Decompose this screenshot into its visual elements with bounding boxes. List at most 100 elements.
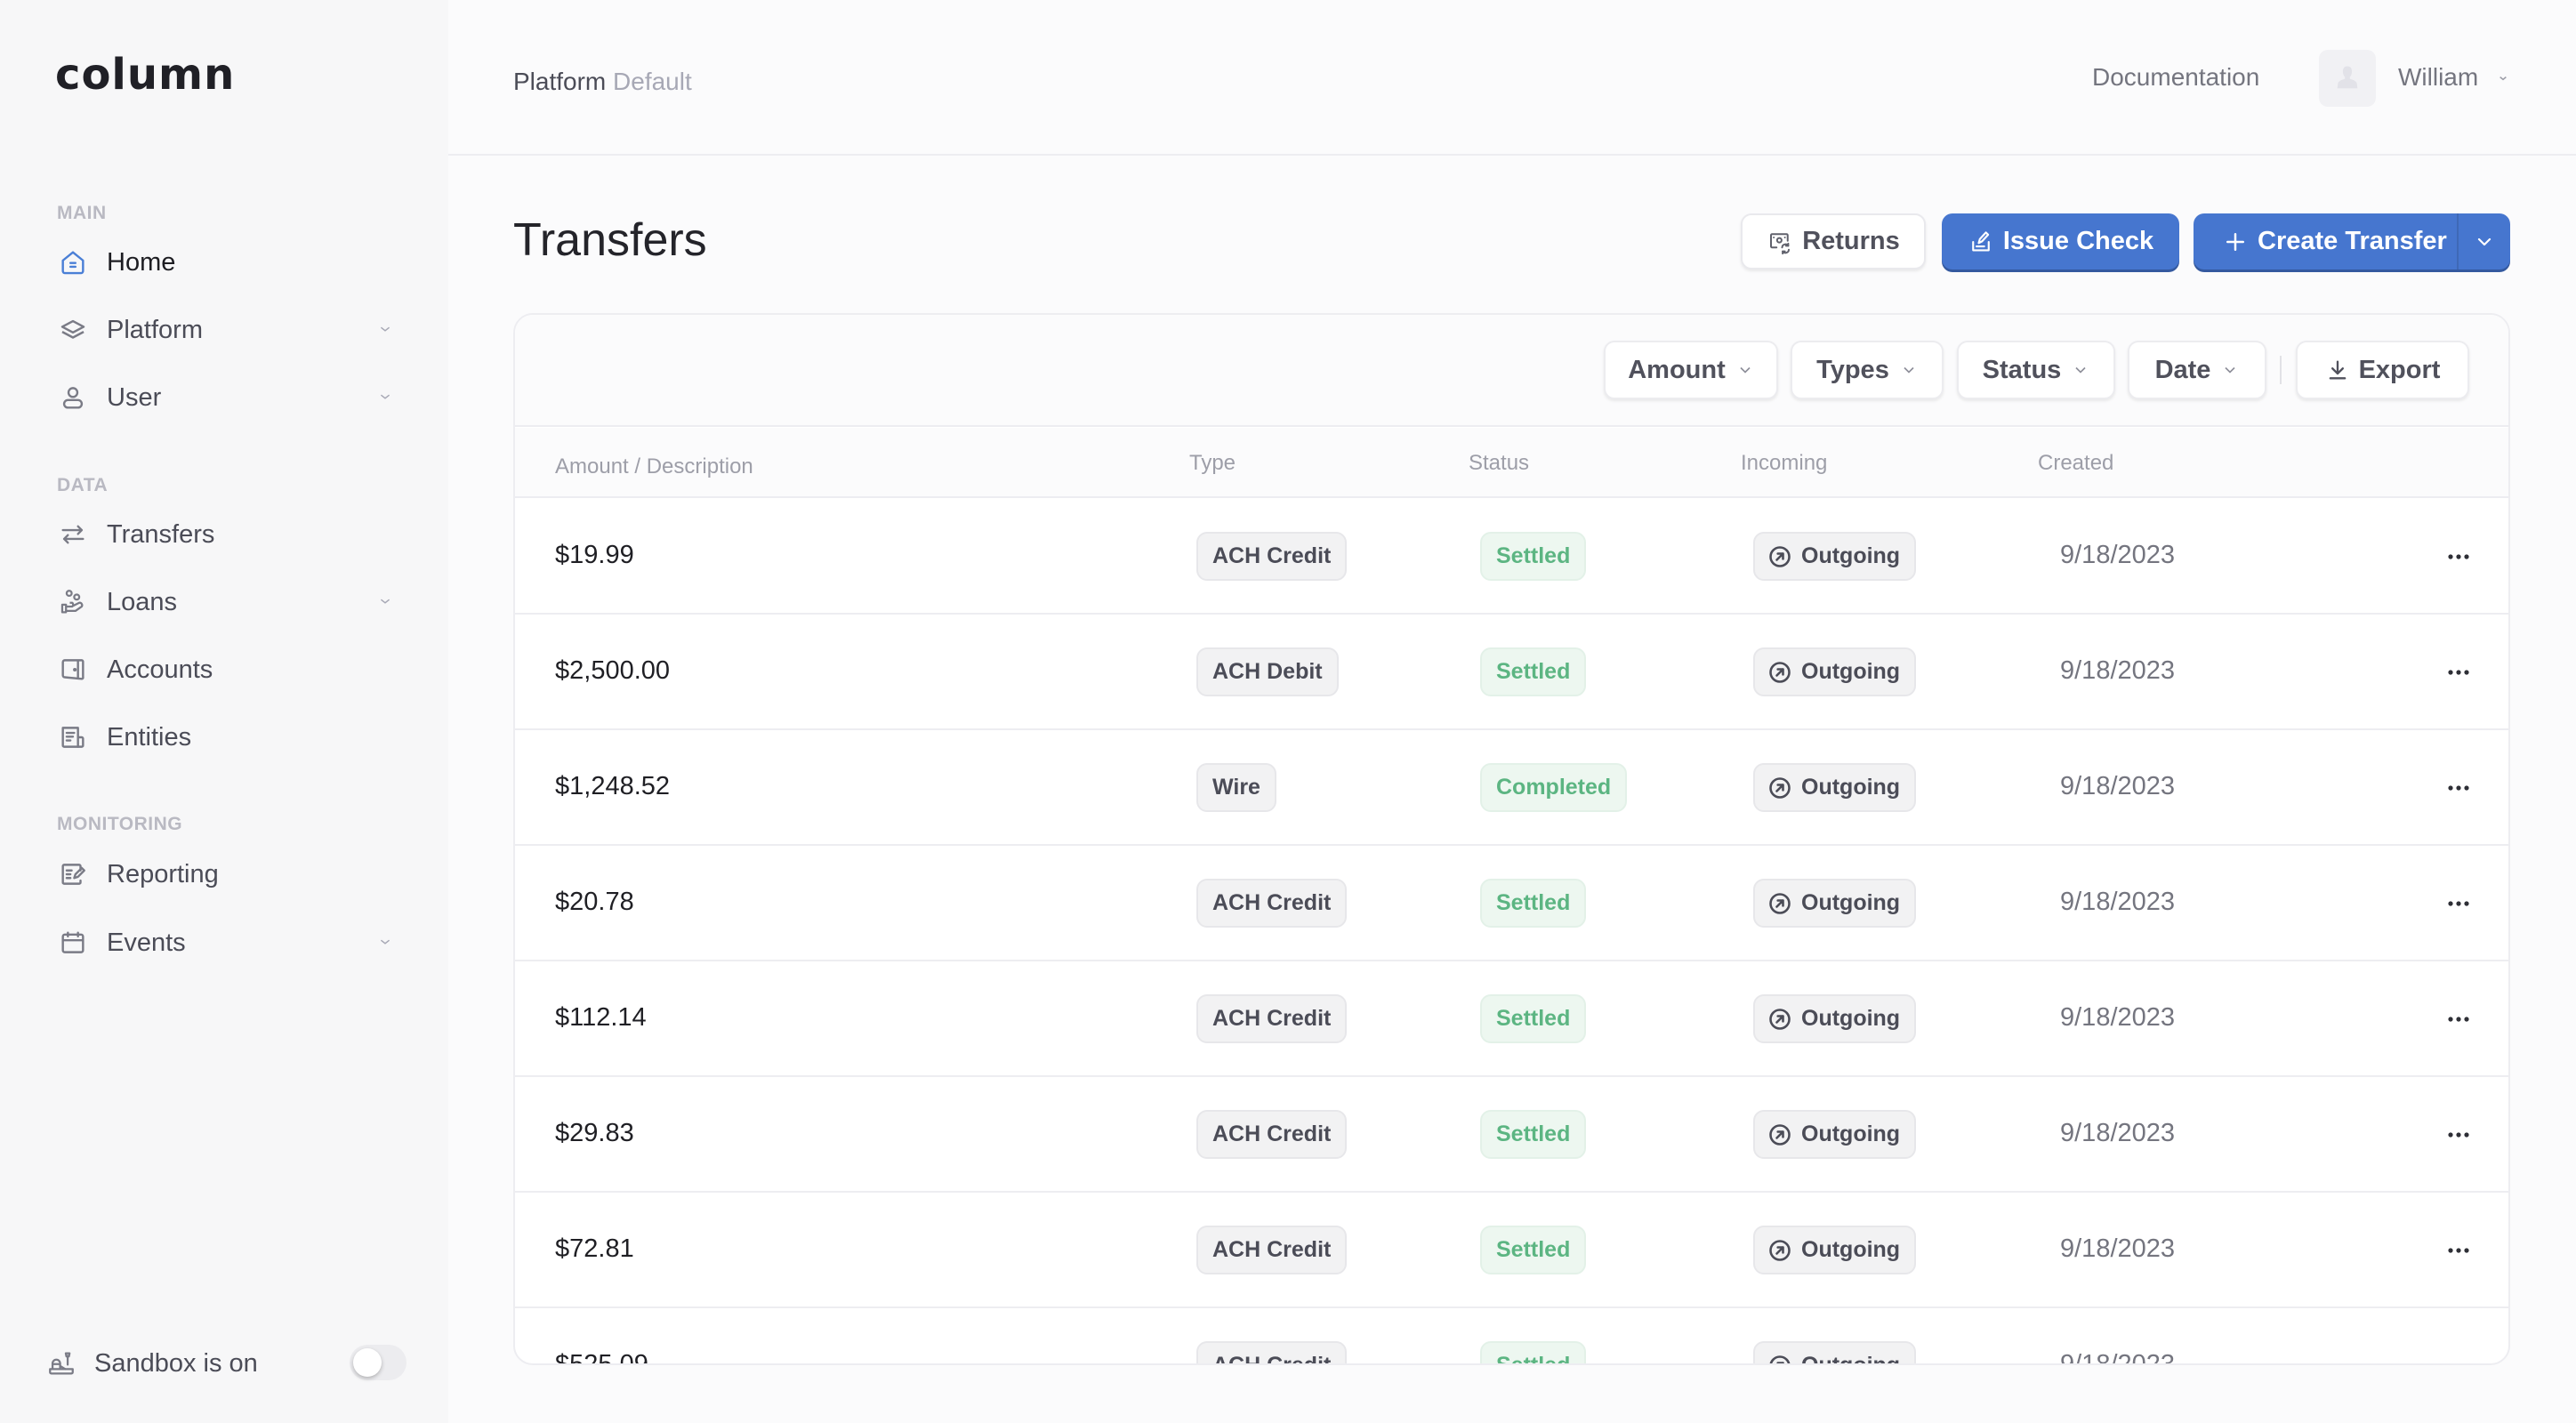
chevron-down-icon[interactable] <box>2496 71 2510 85</box>
returns-button[interactable]: Returns <box>1741 213 1926 269</box>
sidebar-item-transfers[interactable]: Transfers <box>57 508 395 561</box>
column-header-status[interactable]: Status <box>1469 451 1529 476</box>
section-label-data: DATA <box>57 475 109 495</box>
table-row[interactable]: $19.99 ACH Credit Settled Outgoing 9/18/… <box>515 499 2508 615</box>
direction-label: Outgoing <box>1801 543 1901 568</box>
transfer-amount: $19.99 <box>555 541 634 569</box>
column-header-incoming[interactable]: Incoming <box>1741 451 1827 476</box>
column-header-created[interactable]: Created <box>2038 451 2113 476</box>
status-badge: Settled <box>1480 1226 1587 1274</box>
sidebar-item-user[interactable]: User <box>57 371 395 424</box>
create-transfer-main[interactable]: Create Transfer <box>2194 213 2457 269</box>
column-header-amount[interactable]: Amount / Description <box>555 454 753 479</box>
breadcrumb-environment[interactable]: Default <box>613 68 692 95</box>
filter-label: Types <box>1816 355 1889 384</box>
row-actions-button[interactable] <box>2441 886 2476 921</box>
filter-label: Status <box>1982 355 2062 384</box>
sidebar-item-label: Accounts <box>107 655 213 684</box>
user-silhouette-icon <box>2337 66 2358 89</box>
outgoing-arrow-icon <box>1769 776 1791 799</box>
table-header: Amount / Description Type Status Incomin… <box>515 428 2508 498</box>
more-horizontal-icon <box>2448 1017 2469 1022</box>
section-label-monitoring: MONITORING <box>57 814 183 834</box>
chevron-down-icon <box>1904 366 1914 374</box>
sandbox-toggle[interactable] <box>350 1345 407 1380</box>
user-menu[interactable]: William <box>2398 63 2478 92</box>
transfer-amount: $2,500.00 <box>555 656 671 685</box>
filter-label: Date <box>2154 355 2211 384</box>
status-badge: Settled <box>1480 879 1587 928</box>
transfer-amount: $72.81 <box>555 1234 634 1263</box>
transfer-amount: $20.78 <box>555 888 634 916</box>
sidebar-item-events[interactable]: Events <box>57 916 395 969</box>
export-button[interactable]: Export <box>2296 341 2469 399</box>
type-badge: ACH Credit <box>1196 1110 1348 1159</box>
sidebar-item-accounts[interactable]: Accounts <box>57 643 395 696</box>
more-horizontal-icon <box>2448 670 2469 675</box>
type-badge: ACH Credit <box>1196 879 1348 928</box>
sidebar-item-platform[interactable]: Platform <box>57 303 395 357</box>
top-bar: Platform Default Documentation William <box>448 0 2576 156</box>
avatar[interactable] <box>2319 50 2376 107</box>
row-actions-button[interactable] <box>2441 1001 2476 1037</box>
sidebar-item-label: Entities <box>107 722 192 752</box>
filter-amount[interactable]: Amount <box>1604 341 1778 399</box>
table-row[interactable]: $112.14 ACH Credit Settled Outgoing 9/18… <box>515 961 2508 1077</box>
create-transfer-button[interactable]: Create Transfer <box>2194 213 2510 269</box>
sidebar-item-home[interactable]: Home <box>57 236 395 289</box>
app-logo[interactable]: column <box>55 50 235 100</box>
row-actions-button[interactable] <box>2441 1117 2476 1153</box>
sidebar-item-entities[interactable]: Entities <box>57 711 395 764</box>
outgoing-arrow-icon <box>1769 892 1791 914</box>
direction-badge: Outgoing <box>1753 1341 1917 1363</box>
issue-check-label: Issue Check <box>2002 227 2154 255</box>
toggle-knob <box>353 1348 382 1377</box>
create-transfer-label: Create Transfer <box>2258 227 2447 255</box>
sidebar-item-reporting[interactable]: Reporting <box>57 848 395 901</box>
more-horizontal-icon <box>2448 554 2469 559</box>
entities-document-icon <box>57 721 89 753</box>
more-horizontal-icon <box>2448 785 2469 791</box>
column-header-type[interactable]: Type <box>1189 451 1236 476</box>
created-date: 9/18/2023 <box>2060 1119 2176 1147</box>
issue-check-button[interactable]: Issue Check <box>1942 213 2179 269</box>
table-row[interactable]: $2,500.00 ACH Debit Settled Outgoing 9/1… <box>515 615 2508 730</box>
transfer-arrows-icon <box>57 519 89 551</box>
transfer-amount: $29.83 <box>555 1119 634 1147</box>
more-horizontal-icon <box>2447 1363 2470 1365</box>
create-transfer-dropdown[interactable] <box>2457 213 2510 269</box>
transfer-amount: $525.09 <box>555 1350 648 1365</box>
table-row[interactable]: $72.81 ACH Credit Settled Outgoing 9/18/… <box>515 1193 2508 1308</box>
breadcrumb-platform[interactable]: Platform <box>513 68 606 95</box>
sidebar-item-label: User <box>107 382 162 412</box>
row-actions-button[interactable] <box>2441 1233 2476 1268</box>
wallet-icon <box>57 654 89 686</box>
returns-label: Returns <box>1802 227 1900 255</box>
table-row[interactable]: $1,248.52 Wire Completed Outgoing 9/18/2… <box>515 730 2508 846</box>
chevron-down-icon <box>380 394 390 399</box>
status-badge: Completed <box>1480 763 1628 812</box>
created-date: 9/18/2023 <box>2060 1350 2176 1365</box>
type-badge: ACH Credit <box>1196 532 1348 581</box>
row-actions-button[interactable] <box>2441 1348 2476 1365</box>
sidebar-item-loans[interactable]: Loans <box>57 575 395 629</box>
documentation-link[interactable]: Documentation <box>2092 63 2259 92</box>
direction-badge: Outgoing <box>1753 532 1917 581</box>
table-row[interactable]: $29.83 ACH Credit Settled Outgoing 9/18/… <box>515 1077 2508 1193</box>
row-actions-button[interactable] <box>2441 655 2476 690</box>
layers-icon <box>57 314 89 346</box>
plus-icon <box>2226 232 2244 251</box>
row-actions-button[interactable] <box>2441 539 2476 575</box>
filter-status[interactable]: Status <box>1957 341 2115 399</box>
outgoing-arrow-icon <box>1769 1123 1791 1146</box>
home-icon <box>57 246 89 278</box>
filter-types[interactable]: Types <box>1791 341 1944 399</box>
created-date: 9/18/2023 <box>2060 541 2176 569</box>
table-row[interactable]: $20.78 ACH Credit Settled Outgoing 9/18/… <box>515 846 2508 961</box>
table-row[interactable]: $525.09 ACH Credit Settled Outgoing 9/18… <box>515 1308 2508 1365</box>
row-actions-button[interactable] <box>2441 770 2476 806</box>
filter-date[interactable]: Date <box>2128 341 2266 399</box>
direction-label: Outgoing <box>1801 1237 1901 1262</box>
status-badge: Settled <box>1480 532 1587 581</box>
user-icon <box>57 382 89 414</box>
